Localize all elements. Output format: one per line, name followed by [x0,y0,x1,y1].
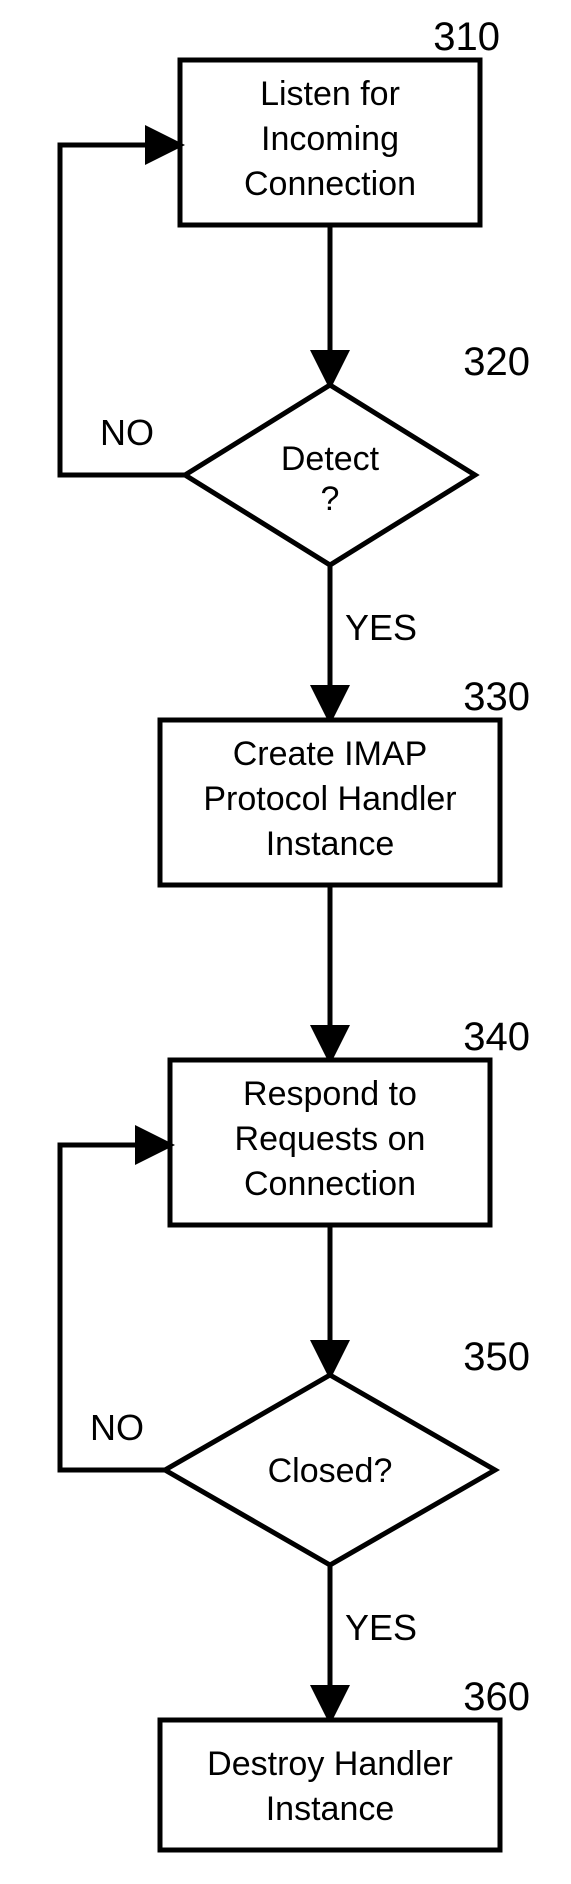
node-text: Incoming [261,120,399,158]
edge-label-yes: YES [345,607,417,648]
edge-label-yes: YES [345,1607,417,1648]
svg-text:Create IMAP: Create IMAP [233,735,428,773]
node-text: Connection [244,165,416,203]
ref-label-310: 310 [433,15,500,59]
node-text: Detect [281,440,380,478]
ref-label-320: 320 [463,340,530,384]
ref-label-360: 360 [463,1675,530,1719]
node-text: Create IMAP [233,735,428,773]
svg-text:Detect: Detect [281,440,380,478]
edge-label-no: NO [90,1407,144,1448]
svg-text:Listen for: Listen for [260,75,400,113]
node-text: Instance [266,825,395,863]
flowchart: 310 Listen for Incoming Connection 320 D… [0,0,571,1884]
process-node-360 [160,1720,500,1850]
svg-text:Incoming: Incoming [261,120,399,158]
svg-text:Connection: Connection [244,1165,416,1203]
node-text: Connection [244,1165,416,1203]
node-text: Respond to [243,1075,417,1113]
ref-label-340: 340 [463,1015,530,1059]
svg-text:Requests on: Requests on [235,1120,426,1158]
svg-text:Respond to: Respond to [243,1075,417,1113]
ref-label-330: 330 [463,675,530,719]
node-text: Destroy Handler [207,1745,453,1783]
svg-text:Instance: Instance [266,1790,395,1828]
svg-text:Closed?: Closed? [268,1452,393,1490]
node-text: Closed? [268,1452,393,1490]
ref-label-350: 350 [463,1335,530,1379]
node-text: ? [321,480,340,518]
node-text: Instance [266,1790,395,1828]
svg-text:Protocol Handler: Protocol Handler [203,780,456,818]
svg-text:Destroy Handler: Destroy Handler [207,1745,453,1783]
svg-text:?: ? [321,480,340,518]
node-text: Requests on [235,1120,426,1158]
edge-label-no: NO [100,412,154,453]
svg-text:Connection: Connection [244,165,416,203]
svg-text:Instance: Instance [266,825,395,863]
node-text: Listen for [260,75,400,113]
node-text: Protocol Handler [203,780,456,818]
